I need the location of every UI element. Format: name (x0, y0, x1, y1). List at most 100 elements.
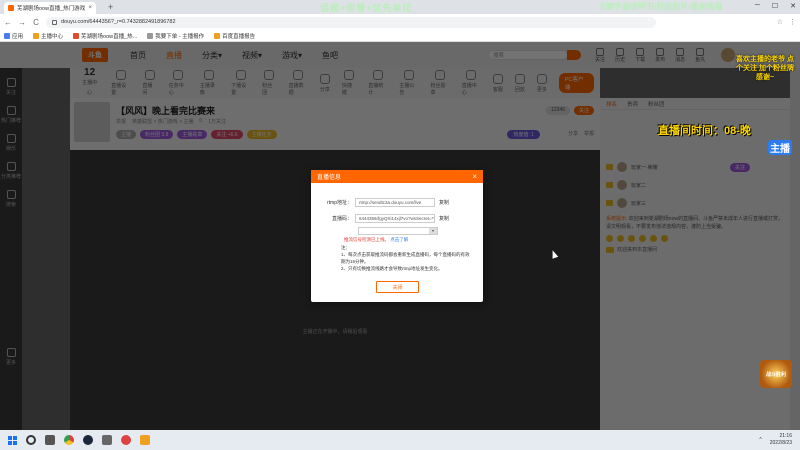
header-download[interactable]: 下载 (635, 47, 645, 63)
header-fishball[interactable]: 鱼丸 (695, 47, 705, 63)
bookmark-report[interactable]: 百度直播报告 (214, 32, 255, 40)
bookmark-order[interactable]: 我要下单 - 主播报作 (147, 32, 204, 40)
app-icon[interactable] (102, 435, 112, 445)
clock[interactable]: 21:16 2022/8/23 (770, 433, 792, 447)
room-category[interactable]: 英雄联盟 > 热门游戏 > 主播 (132, 118, 193, 125)
nav-video[interactable]: 视频▾ (242, 50, 262, 61)
sidebar-item-fun[interactable]: 娱乐 (0, 134, 22, 152)
header-message[interactable]: 消息 (675, 47, 686, 63)
maximize-button[interactable]: ☐ (772, 2, 778, 10)
close-dialog-button[interactable]: 关闭 (376, 281, 419, 293)
sidebar-item-category[interactable]: 分类推荐 (0, 162, 22, 180)
room-tag[interactable]: 主播任务 (246, 130, 277, 139)
chrome-icon[interactable] (64, 435, 74, 445)
sidebar-item-follow[interactable]: 关注 (0, 78, 22, 96)
report-link[interactable]: 举报 (116, 118, 126, 125)
sidebar-item-search[interactable]: 搜索 (0, 190, 22, 208)
toolbar-item[interactable]: 更多 (536, 73, 547, 93)
start-icon[interactable] (8, 435, 17, 445)
toolbar-item[interactable]: 直播数据 (289, 70, 308, 96)
header-publish[interactable]: 发布 (655, 47, 665, 63)
report-button[interactable]: 举报 (584, 130, 594, 137)
copy-code-button[interactable]: 复制 (439, 215, 449, 222)
toolbar-item[interactable]: 回放 (514, 73, 525, 93)
rank-row[interactable]: 玩家一·荣耀 关注 (600, 158, 790, 176)
douyu-logo[interactable]: 斗鱼 (82, 48, 108, 62)
toolbar-item[interactable]: 直播间 (142, 70, 156, 96)
toolbar-item[interactable]: 直播统计 (368, 70, 387, 96)
line-select[interactable]: ▾ (358, 227, 438, 235)
stream-code-field[interactable]: 6444356rfgyQXi14xjl7vo?wsSecret=********… (355, 214, 435, 223)
app2-icon[interactable] (121, 435, 131, 445)
rtmp-field[interactable]: rtmp://sendtc3a.douyu.com/live (355, 198, 435, 207)
toolbar-item[interactable]: 直播中心 (462, 70, 481, 96)
hot-value-badge: 热度值: 1 (507, 130, 540, 139)
tab-fans[interactable]: 粉丝团 (648, 100, 665, 108)
search-input[interactable]: 搜索 (488, 50, 569, 60)
room-tag[interactable]: 粉丝团 3.8 (140, 130, 174, 139)
room-tag[interactable]: 主播 (116, 130, 137, 139)
back-button[interactable]: ← (4, 18, 12, 27)
tab-close-icon[interactable]: × (88, 5, 92, 11)
rank-row[interactable]: 玩家三 (600, 194, 790, 212)
bookmark-anchor-center[interactable]: 主播中心 (33, 32, 63, 40)
tab-rank[interactable]: 排名 (606, 100, 617, 108)
taskview-icon[interactable] (45, 435, 55, 445)
nav-category[interactable]: 分类▾ (202, 50, 222, 61)
emoji-icon (650, 235, 657, 242)
rank-name: 玩家一·荣耀 (631, 164, 658, 171)
new-tab-button[interactable]: + (108, 2, 113, 12)
toolbar-item[interactable]: 任务中心 (169, 70, 188, 96)
search-button[interactable] (567, 50, 582, 60)
left-sidebar: 关注 热门推荐 娱乐 分类推荐 搜索 更多 (0, 68, 22, 430)
toolbar-item[interactable]: 粉丝勋章 (431, 70, 450, 96)
toolbar-item[interactable]: 粉丝团 (262, 70, 276, 96)
toolbar-item[interactable]: 主播公告 (399, 70, 418, 96)
nav-yuba[interactable]: 鱼吧 (322, 50, 338, 61)
toolbar-item[interactable]: 直播设置 (111, 70, 130, 96)
folder-icon[interactable] (140, 435, 150, 445)
tab-vip[interactable]: 贵宾 (627, 100, 638, 108)
toolbar-item[interactable]: 下播设置 (231, 70, 250, 96)
header-icon-label: 消息 (675, 56, 686, 63)
toolbar-item[interactable]: 主播录像 (200, 70, 219, 96)
crown-icon (606, 200, 613, 206)
nav-home[interactable]: 首页 (130, 50, 146, 61)
bookmark-apps[interactable]: 应用 (4, 32, 23, 40)
share-button[interactable]: 分享 (568, 130, 578, 137)
nav-game[interactable]: 游戏▾ (282, 50, 302, 61)
browser-tab[interactable]: 芜湖剧场oow直播_热门游戏直播 × (4, 2, 96, 14)
close-window-button[interactable]: ✕ (790, 2, 796, 10)
nav-live[interactable]: 直播 (166, 50, 182, 61)
follow-button[interactable]: 关注 (573, 106, 594, 115)
header-history[interactable]: 历史 (615, 47, 625, 63)
pc-client-button[interactable]: PC客户端 (558, 73, 595, 93)
minimize-button[interactable]: ─ (755, 2, 760, 10)
url-input[interactable]: douyu.com/6444356?_r=0.7432882491896782 (46, 16, 656, 28)
sidebar-item-hot[interactable]: 热门推荐 (0, 106, 22, 124)
bookmark-star-icon[interactable]: ☆ (777, 18, 783, 26)
bookmark-room[interactable]: 芜湖剧场oow直播_热... (73, 32, 137, 40)
crown-icon (606, 164, 613, 170)
browser-menu-icon[interactable]: ⋮ (789, 18, 796, 26)
clock-date: 2022/8/23 (769, 440, 792, 446)
learn-more-link[interactable]: 点击了解 (390, 237, 408, 242)
rank-row[interactable]: 玩家二 (600, 176, 790, 194)
forward-button[interactable]: → (18, 18, 26, 27)
toolbar-item[interactable]: 客服 (492, 73, 503, 93)
dialog-close-icon[interactable]: × (472, 172, 477, 181)
sidebar-item-more[interactable]: 更多 (0, 348, 22, 366)
anchor-avatar[interactable] (74, 102, 110, 142)
rank-follow-button[interactable]: 关注 (729, 162, 750, 172)
steam-icon[interactable] (83, 435, 93, 445)
tray-chevron-icon[interactable]: ^ (759, 437, 761, 443)
toolbar-item[interactable]: 快捷键 (342, 70, 356, 96)
copy-rtmp-button[interactable]: 复制 (439, 199, 449, 206)
room-tag[interactable]: 关注 +6.6 (211, 130, 243, 139)
user-avatar[interactable] (721, 48, 736, 62)
toolbar-item[interactable]: 分享 (319, 73, 330, 93)
search-icon[interactable] (26, 435, 36, 445)
room-tag[interactable]: 主播勋章 (177, 130, 208, 139)
reload-button[interactable]: C (32, 18, 40, 27)
header-follow[interactable]: 关注 (595, 47, 605, 63)
